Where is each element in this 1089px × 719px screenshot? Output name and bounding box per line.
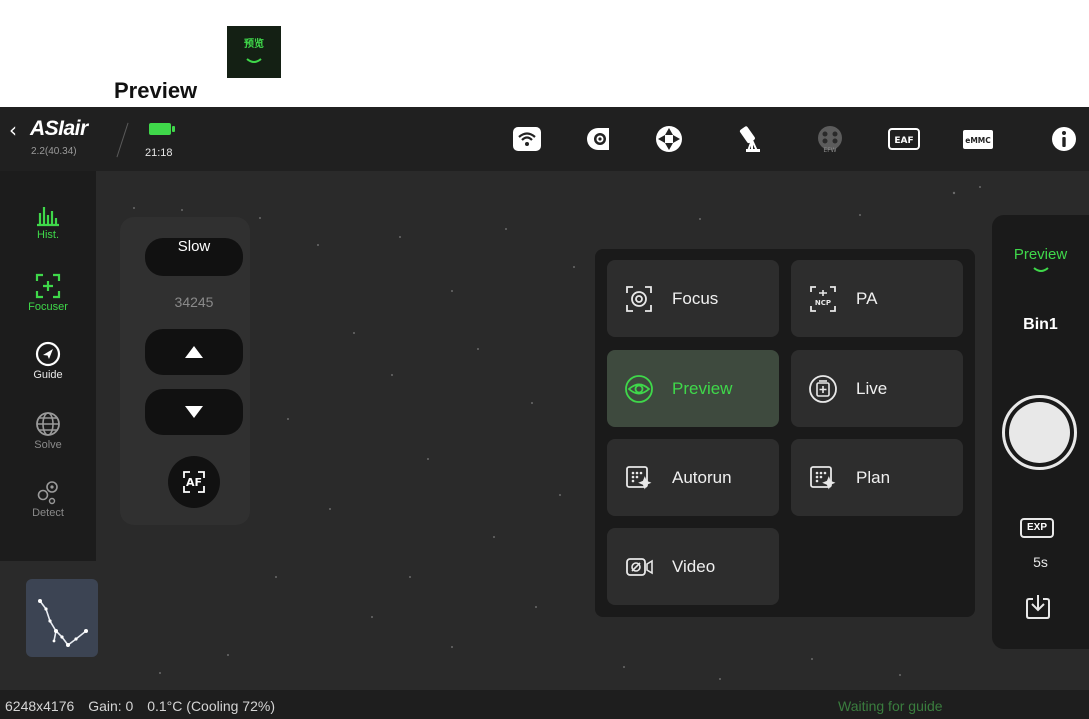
sidebar-item-detect[interactable]: Detect xyxy=(0,479,96,519)
mount-icon[interactable] xyxy=(737,124,767,154)
focuser-icon xyxy=(35,273,61,299)
emmc-label: eMMC xyxy=(965,136,991,145)
constellation-icon xyxy=(38,599,88,647)
efw-label: EFW xyxy=(823,147,836,154)
af-label: AF xyxy=(186,476,202,489)
filter-wheel-icon[interactable]: EFW xyxy=(815,124,845,154)
camera-status: 6248x4176 Gain: 0 0.1°C (Cooling 72%) xyxy=(5,698,285,714)
mode-label: PA xyxy=(856,289,878,308)
save-icon[interactable] xyxy=(1024,593,1052,621)
eaf-label: EAF xyxy=(894,136,913,146)
sidebar-item-label: Guide xyxy=(33,369,63,381)
chevron-down-icon xyxy=(1032,267,1049,272)
preview-tab-thumbnail: 预览 xyxy=(227,26,281,78)
emmc-icon[interactable]: eMMC xyxy=(961,124,995,154)
wifi-icon[interactable] xyxy=(512,124,542,154)
mode-label: Live xyxy=(856,379,888,398)
sidebar-item-hist[interactable]: Hist. xyxy=(0,203,96,241)
sidebar-item-label: Focuser xyxy=(28,301,68,313)
page-title: Preview xyxy=(114,78,198,103)
plan-icon xyxy=(810,466,836,490)
temperature: 0.1°C (Cooling 72%) xyxy=(147,698,275,714)
mode-focus-button[interactable]: Focus xyxy=(607,260,779,337)
mode-label: Autorun xyxy=(672,468,732,487)
focuser-position: 34245 xyxy=(174,294,214,310)
battery-icon xyxy=(149,123,175,135)
sidebar-item-focuser[interactable]: Focuser xyxy=(0,273,96,313)
top-bar xyxy=(0,107,1089,171)
mode-label: Preview xyxy=(672,379,733,398)
sidebar-item-label: Detect xyxy=(32,507,64,519)
mode-video-button[interactable]: Video xyxy=(607,528,779,605)
mode-label: Focus xyxy=(672,289,719,308)
sidebar-item-label: Hist. xyxy=(37,229,59,241)
chevron-down-icon xyxy=(246,58,262,63)
triangle-up-icon xyxy=(185,346,203,358)
mode-live-button[interactable]: Live xyxy=(791,350,963,427)
ncp-label: NCP xyxy=(815,299,831,307)
guide-scope-icon[interactable] xyxy=(654,124,684,154)
current-mode-label: Preview xyxy=(1013,246,1068,263)
focuser-speed-button[interactable]: Slow xyxy=(145,238,243,276)
guide-status: Waiting for guide xyxy=(838,698,943,714)
gain: Gain: 0 xyxy=(88,698,134,714)
focuser-up-button[interactable] xyxy=(145,329,243,375)
mode-label: Video xyxy=(672,557,716,576)
focus-icon xyxy=(626,286,652,312)
current-mode-selector[interactable]: Preview xyxy=(992,246,1089,273)
mode-autorun-button[interactable]: Autorun xyxy=(607,439,779,516)
focuser-down-button[interactable] xyxy=(145,389,243,435)
video-icon xyxy=(626,558,653,576)
autorun-icon xyxy=(626,466,652,490)
triangle-down-icon xyxy=(185,406,203,418)
resolution: 6248x4176 xyxy=(5,698,75,714)
autofocus-icon: AF xyxy=(183,471,205,493)
info-icon[interactable] xyxy=(1049,124,1079,154)
sidebar-item-label: Solve xyxy=(34,439,62,451)
mode-label: Plan xyxy=(856,468,891,487)
clock: 21:18 xyxy=(145,147,173,159)
app-logo: ASIair xyxy=(30,117,88,140)
eaf-icon[interactable]: EAF xyxy=(887,124,921,154)
back-icon[interactable]: ‹ xyxy=(9,118,17,142)
exposure-value[interactable]: 5s xyxy=(992,554,1089,570)
mode-plan-button[interactable]: Plan xyxy=(791,439,963,516)
shutter-button[interactable] xyxy=(1002,395,1077,470)
mode-pa-button[interactable]: NCP PA xyxy=(791,260,963,337)
sky-map-thumbnail[interactable] xyxy=(26,579,98,657)
preview-tab-label: 预览 xyxy=(244,39,264,50)
detect-icon xyxy=(37,481,58,505)
sidebar-item-guide[interactable]: Guide xyxy=(0,341,96,381)
guide-icon xyxy=(35,341,61,367)
autofocus-button[interactable]: AF xyxy=(168,456,220,508)
app-screen: ‹ ASIair 2.2(40.34) 21:18 EFW EAF eMMC H… xyxy=(0,107,1089,719)
eye-icon xyxy=(625,375,653,403)
polar-align-icon: NCP xyxy=(810,286,836,312)
camera-icon[interactable] xyxy=(583,124,613,154)
globe-icon xyxy=(36,412,60,436)
histogram-icon xyxy=(37,207,59,227)
exposure-tag[interactable]: EXP xyxy=(1020,518,1054,538)
live-stack-icon xyxy=(809,375,837,403)
binning-button[interactable]: Bin1 xyxy=(992,316,1089,334)
app-version: 2.2(40.34) xyxy=(31,146,77,157)
mode-preview-button[interactable]: Preview xyxy=(607,350,779,427)
sidebar-item-solve[interactable]: Solve xyxy=(0,411,96,451)
